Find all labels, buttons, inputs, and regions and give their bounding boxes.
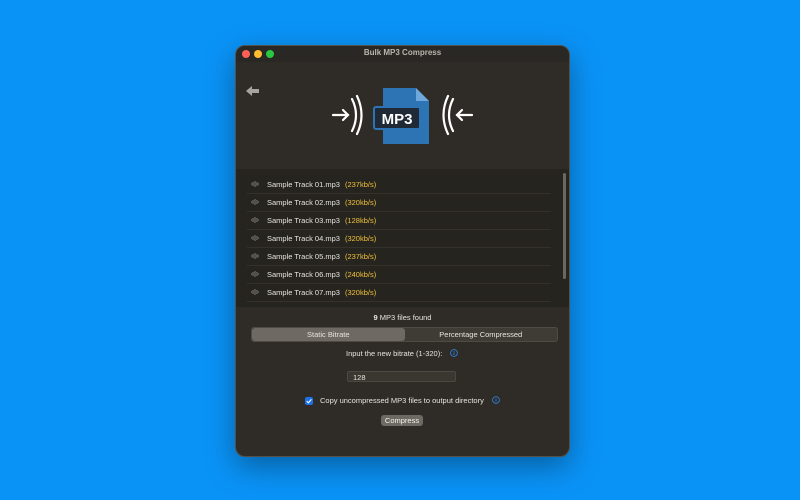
compress-mp3-illustration: MP3 [331, 88, 474, 144]
waveform-icon [251, 271, 259, 277]
file-name: Sample Track 01.mp3 [267, 179, 340, 189]
copy-uncompressed-label: Copy uncompressed MP3 files to output di… [320, 396, 484, 405]
info-icon[interactable] [492, 396, 500, 404]
svg-text:MP3: MP3 [382, 111, 413, 128]
tab-static-bitrate[interactable]: Static Bitrate [252, 328, 405, 341]
file-row[interactable]: Sample Track 07.mp3 (320kb/s) [247, 283, 551, 302]
scrollbar-thumb[interactable] [563, 173, 566, 279]
file-name: Sample Track 04.mp3 [267, 233, 340, 243]
app-window: Bulk MP3 Compress MP3 Sample Track 01.mp… [235, 45, 570, 457]
file-bitrate: (320kb/s) [344, 233, 377, 243]
file-row[interactable]: Sample Track 01.mp3 (237kb/s) [247, 175, 551, 194]
file-bitrate: (240kb/s) [344, 269, 377, 279]
window-title: Bulk MP3 Compress [363, 48, 442, 57]
file-bitrate: (320kb/s) [344, 287, 377, 297]
mp3-file-icon: MP3 [373, 88, 429, 144]
waveform-icon [251, 217, 259, 223]
waveform-icon [251, 181, 259, 187]
file-list[interactable]: Sample Track 01.mp3 (237kb/s) Sample Tra… [236, 169, 569, 307]
file-row[interactable]: Sample Track 04.mp3 (320kb/s) [247, 229, 551, 248]
info-icon[interactable] [450, 349, 458, 357]
file-row[interactable]: Sample Track 02.mp3 (320kb/s) [247, 193, 551, 212]
title-bar: Bulk MP3 Compress [236, 46, 569, 62]
file-bitrate: (237kb/s) [344, 179, 377, 189]
waveform-icon [251, 235, 259, 241]
file-name: Sample Track 02.mp3 [267, 197, 340, 207]
files-found-text: MP3 files found [379, 313, 432, 322]
bitrate-input[interactable]: 128 [347, 371, 456, 382]
file-bitrate: (237kb/s) [344, 251, 377, 261]
files-found-summary: 9 MP3 files found [236, 313, 569, 322]
waveform-icon [251, 289, 259, 295]
back-arrow-icon[interactable] [245, 84, 261, 98]
file-name: Sample Track 07.mp3 [267, 287, 340, 297]
waveform-icon [251, 253, 259, 259]
compress-button[interactable]: Compress [381, 415, 423, 426]
file-name: Sample Track 06.mp3 [267, 269, 340, 279]
file-name: Sample Track 05.mp3 [267, 251, 340, 261]
waveform-icon [251, 199, 259, 205]
right-compress-arrow-icon [442, 94, 474, 136]
file-bitrate: (320kb/s) [344, 197, 377, 207]
left-compress-arrow-icon [331, 94, 363, 136]
file-bitrate: (128kb/s) [344, 215, 377, 225]
file-row[interactable]: Sample Track 05.mp3 (237kb/s) [247, 247, 551, 266]
file-name: Sample Track 03.mp3 [267, 215, 340, 225]
copy-uncompressed-checkbox[interactable] [305, 397, 313, 405]
files-found-count: 9 [373, 313, 378, 322]
tab-percentage-compressed[interactable]: Percentage Compressed [405, 328, 558, 341]
bitrate-label: Input the new bitrate (1-320): [346, 349, 443, 358]
compression-mode-control: Static Bitrate Percentage Compressed [251, 327, 558, 342]
file-row[interactable]: Sample Track 06.mp3 (240kb/s) [247, 265, 551, 284]
file-row[interactable]: Sample Track 03.mp3 (128kb/s) [247, 211, 551, 230]
list-scrollbar[interactable] [563, 169, 567, 307]
